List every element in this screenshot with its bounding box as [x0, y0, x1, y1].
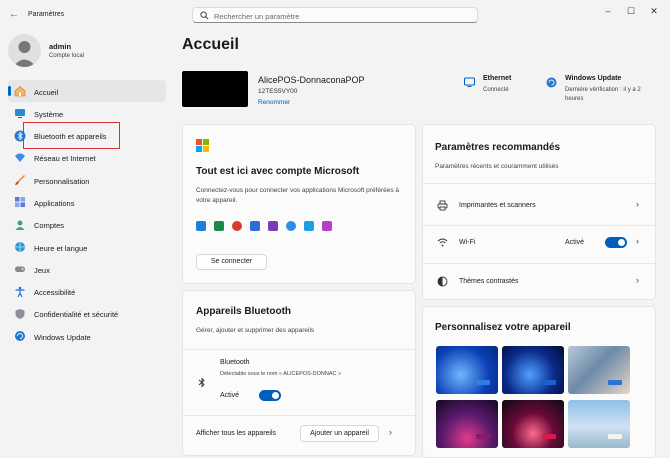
divider [423, 183, 655, 184]
defender-icon [304, 221, 314, 231]
divider [183, 349, 415, 350]
microsoft-card-title: Tout est ici avec compte Microsoft [196, 166, 360, 177]
chevron-right-icon[interactable]: › [636, 199, 639, 209]
bluetooth-devices-card: Appareils Bluetooth Gérer, ajouter et su… [182, 290, 416, 456]
divider [423, 263, 655, 264]
apps-icon [15, 197, 25, 208]
theme-thumbnail[interactable] [436, 400, 498, 448]
device-model: 12TES5VY00 [258, 88, 298, 95]
globe-clock-icon [15, 242, 25, 253]
theme-thumbnail[interactable] [568, 400, 630, 448]
device-name: AlicePOS-DonnaconaPOP [258, 75, 365, 85]
theme-thumbnail[interactable] [568, 346, 630, 394]
title-bar: ← Paramètres Rechercher un paramètre – ☐… [0, 0, 670, 30]
sidebar-item-network[interactable]: Réseau et Internet [8, 147, 166, 169]
microsoft-logo-icon [196, 139, 209, 152]
bluetooth-icon [198, 377, 205, 388]
sidebar-item-gaming[interactable]: Jeux [8, 258, 166, 280]
word-icon [250, 221, 260, 231]
contrast-themes-item[interactable]: Thèmes contrastés [459, 278, 519, 285]
sidebar-item-privacy[interactable]: Confidentialité et sécurité [8, 303, 166, 325]
highlight-box [23, 122, 120, 149]
wifi-state: Activé [565, 239, 585, 246]
microsoft-card-description: Connectez-vous pour connecter vos applic… [196, 187, 400, 204]
bluetooth-state: Activé [220, 392, 240, 399]
bluetooth-device-title: Bluetooth [220, 359, 250, 366]
bluetooth-discoverable-text: Détectable sous le nom « ALICEPOS-DONNAC… [220, 371, 342, 377]
chevron-right-icon[interactable]: › [636, 236, 639, 246]
maximize-icon[interactable]: ☐ [625, 5, 637, 17]
account-type: Compte local [49, 53, 85, 59]
app-title: Paramètres [28, 11, 65, 18]
close-icon[interactable]: ✕ [648, 5, 660, 17]
contrast-icon [437, 276, 448, 287]
wifi-item[interactable]: Wi-Fi [459, 239, 475, 246]
sidebar-item-personalization[interactable]: Personnalisation [8, 169, 166, 191]
onedrive-icon [286, 221, 296, 231]
clipchamp-icon [322, 221, 332, 231]
monitor-icon [464, 77, 475, 87]
user-name: admin [49, 42, 72, 51]
theme-thumbnail[interactable] [436, 346, 498, 394]
back-arrow-icon[interactable]: ← [8, 9, 20, 21]
onenote-icon [268, 221, 278, 231]
personalize-title: Personnalisez votre appareil [435, 322, 571, 333]
chevron-right-icon[interactable]: › [389, 427, 392, 437]
add-device-button[interactable]: Ajouter un appareil [300, 425, 379, 442]
sidebar-nav: Accueil Système Bluetooth et appareils R… [8, 80, 166, 348]
sidebar-item-time-language[interactable]: Heure et langue [8, 236, 166, 258]
system-icon [15, 109, 25, 119]
sidebar-item-apps[interactable]: Applications [8, 191, 166, 213]
sidebar-item-windows-update[interactable]: Windows Update [8, 325, 166, 347]
wifi-toggle[interactable] [605, 237, 627, 248]
recommended-description: Paramètres récents et couramment utilisé… [435, 163, 559, 170]
bluetooth-card-title: Appareils Bluetooth [196, 306, 292, 317]
accounts-icon [15, 220, 25, 230]
bluetooth-toggle[interactable] [259, 390, 281, 401]
device-image [182, 71, 248, 107]
show-all-devices-link[interactable]: Afficher tous les appareils [196, 430, 276, 437]
office-icon [232, 221, 242, 231]
page-title: Accueil [182, 36, 239, 53]
home-icon [14, 86, 26, 97]
shield-icon [15, 308, 25, 319]
search-placeholder: Rechercher un paramètre [214, 11, 300, 21]
update-icon [546, 77, 557, 88]
theme-thumbnail[interactable] [502, 346, 564, 394]
search-input[interactable]: Rechercher un paramètre [192, 7, 478, 23]
divider [183, 415, 415, 416]
wifi-icon [15, 153, 25, 162]
avatar [8, 34, 41, 67]
outlook-icon [196, 221, 206, 231]
chevron-right-icon[interactable]: › [636, 275, 639, 285]
update-icon [15, 331, 25, 342]
sign-in-button[interactable]: Se connecter [196, 254, 267, 270]
minimize-icon[interactable]: – [602, 5, 614, 17]
recommended-settings-card: Paramètres recommandés Paramètres récent… [422, 124, 656, 300]
printers-scanners-item[interactable]: Imprimantes et scanners [459, 202, 536, 209]
printer-icon [437, 200, 448, 211]
gamepad-icon [15, 266, 25, 273]
excel-icon [214, 221, 224, 231]
sidebar-item-home[interactable]: Accueil [8, 80, 166, 103]
accessibility-icon [15, 286, 25, 297]
sidebar-item-accessibility[interactable]: Accessibilité [8, 281, 166, 303]
bluetooth-card-description: Gérer, ajouter et supprimer des appareil… [196, 327, 315, 334]
sidebar-item-accounts[interactable]: Comptes [8, 214, 166, 236]
recommended-title: Paramètres recommandés [435, 142, 561, 153]
theme-thumbnail[interactable] [502, 400, 564, 448]
divider [423, 225, 655, 226]
brush-icon [15, 175, 25, 186]
microsoft-account-card: Tout est ici avec compte Microsoft Conne… [182, 124, 416, 284]
wifi-icon [437, 238, 448, 247]
search-icon [200, 11, 209, 20]
rename-link[interactable]: Renommer [258, 99, 290, 106]
